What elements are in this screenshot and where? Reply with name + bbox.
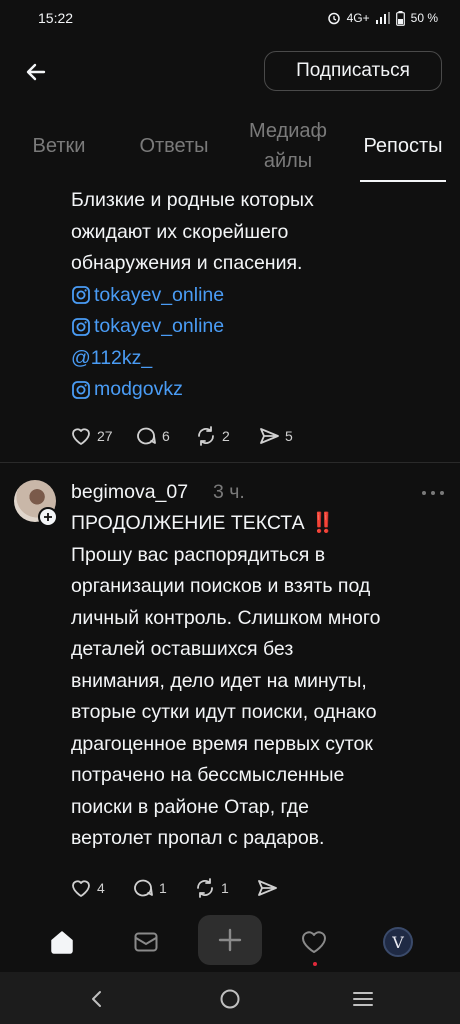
post-text-line: поиски в районе Отар, где <box>71 795 309 818</box>
system-recents-button[interactable] <box>348 984 378 1014</box>
send-icon <box>260 428 279 444</box>
like-button[interactable]: 4 <box>70 878 132 898</box>
subscribe-button[interactable]: Подписаться <box>264 51 442 91</box>
post-author[interactable]: begimova_07 <box>71 481 188 504</box>
share-button[interactable] <box>256 878 278 898</box>
mention-text: tokayev_online <box>94 315 225 337</box>
repost-icon <box>198 426 214 446</box>
post-text-line: Прошу вас распорядиться в <box>71 543 326 566</box>
network-type: 4G+ <box>346 11 370 25</box>
post-text-line: личный контроль. Слишком много <box>71 606 381 629</box>
post-text-line: Близкие и родные которых <box>71 189 314 211</box>
mention-text: modgovkz <box>94 378 183 400</box>
post-text-line: организации поисков и взять под <box>71 575 371 597</box>
mention-link[interactable]: modgovkz <box>71 374 314 406</box>
instagram-icon <box>72 286 90 305</box>
post-divider <box>0 462 460 463</box>
comment-icon <box>134 879 153 897</box>
nav-profile[interactable]: V <box>374 918 422 966</box>
plus-icon <box>218 928 242 952</box>
comment-icon <box>137 427 156 445</box>
like-button[interactable]: 27 <box>70 426 135 446</box>
system-home-button[interactable] <box>215 984 245 1014</box>
bottom-nav: V <box>0 912 460 972</box>
repost-icon <box>197 878 213 898</box>
circle-icon <box>220 989 240 1009</box>
battery-icon <box>395 10 405 26</box>
nav-activity[interactable] <box>290 918 338 966</box>
mention-link[interactable]: tokayev_online <box>71 280 314 312</box>
post-text-line: обнаружения и спасения. <box>71 252 303 274</box>
battery-level: 50 % <box>410 11 438 25</box>
tab-reposts[interactable]: Репосты <box>352 108 454 184</box>
share-count: 5 <box>285 428 293 444</box>
system-nav-bar <box>0 972 460 1024</box>
more-options-button[interactable] <box>422 486 444 500</box>
post-text-line: внимания, дело идет на минуты, <box>71 669 367 692</box>
instagram-icon <box>72 317 90 336</box>
status-bar: 15:22 4G+ 50 % <box>0 0 460 36</box>
post-text-line: вертолет пропал с радаров. <box>71 827 325 849</box>
post-time: 3 ч. <box>213 481 245 503</box>
profile-avatar: V <box>383 927 413 957</box>
post-headline: ПРОДОЛЖЕНИЕ ТЕКСТА ‼️ <box>71 508 380 540</box>
instagram-icon <box>72 380 90 399</box>
heart-icon <box>72 880 90 897</box>
repost-count: 2 <box>222 428 230 444</box>
tab-replies[interactable]: Ответы <box>128 108 220 184</box>
like-count: 27 <box>97 428 113 444</box>
arrow-left-icon <box>26 63 46 81</box>
repost-count: 1 <box>221 880 229 896</box>
follow-plus-icon[interactable] <box>38 507 58 527</box>
reply-button[interactable]: 6 <box>135 426 195 446</box>
nav-inbox[interactable] <box>122 918 170 966</box>
active-tab-indicator <box>360 180 446 182</box>
post-actions: 4 1 1 <box>70 875 278 901</box>
post-text-line: вторые сутки идут поиски, однако <box>71 701 377 723</box>
share-button[interactable]: 5 <box>258 426 293 446</box>
tab-media[interactable]: Медиаф айлы <box>238 108 338 184</box>
mention-link[interactable]: tokayev_online <box>71 311 314 343</box>
mention-text: @112kz_ <box>71 346 153 369</box>
tab-threads[interactable]: Ветки <box>22 108 96 184</box>
chevron-left-icon <box>92 991 101 1007</box>
home-icon <box>51 931 73 954</box>
system-back-button[interactable] <box>82 984 112 1014</box>
headline-text: ПРОДОЛЖЕНИЕ ТЕКСТА <box>71 512 305 534</box>
profile-tabs: Ветки Ответы Медиаф айлы Репосты <box>0 108 460 184</box>
reply-button[interactable]: 1 <box>132 878 194 898</box>
status-icons: 4G+ 50 % <box>327 10 438 26</box>
like-count: 4 <box>97 880 105 896</box>
post-text-line: драгоценное время первых суток <box>71 732 373 755</box>
inbox-icon <box>134 932 158 952</box>
post-body: ПРОДОЛЖЕНИЕ ТЕКСТА ‼️ Прошу вас распоряди… <box>71 508 380 855</box>
menu-lines-icon <box>353 992 373 1006</box>
header: Подписаться <box>0 48 460 94</box>
reply-count: 1 <box>159 880 167 896</box>
post-text-line: ожидают их скорейшего <box>71 220 289 243</box>
mention-link[interactable]: @112kz_ <box>71 343 314 375</box>
signal-icon <box>375 12 390 24</box>
double-exclamation-icon: ‼️ <box>310 512 335 534</box>
alarm-icon <box>327 12 340 25</box>
repost-button[interactable]: 2 <box>195 426 258 446</box>
status-time: 15:22 <box>38 10 74 26</box>
repost-button[interactable]: 1 <box>194 878 256 898</box>
heart-icon <box>302 931 326 953</box>
post-actions: 27 6 2 5 <box>70 423 293 449</box>
reply-count: 6 <box>162 428 170 444</box>
nav-home[interactable] <box>38 918 86 966</box>
mention-text: tokayev_online <box>94 283 225 306</box>
notification-dot <box>313 962 317 966</box>
post-text-line: деталей оставшихся без <box>71 638 294 660</box>
send-icon <box>258 880 277 896</box>
back-button[interactable] <box>20 56 52 88</box>
post-body: Близкие и родные которых ожидают их скор… <box>71 185 314 406</box>
post-text-line: потрачено на бессмысленные <box>71 764 345 786</box>
nav-create[interactable] <box>198 915 262 965</box>
heart-icon <box>72 428 90 445</box>
